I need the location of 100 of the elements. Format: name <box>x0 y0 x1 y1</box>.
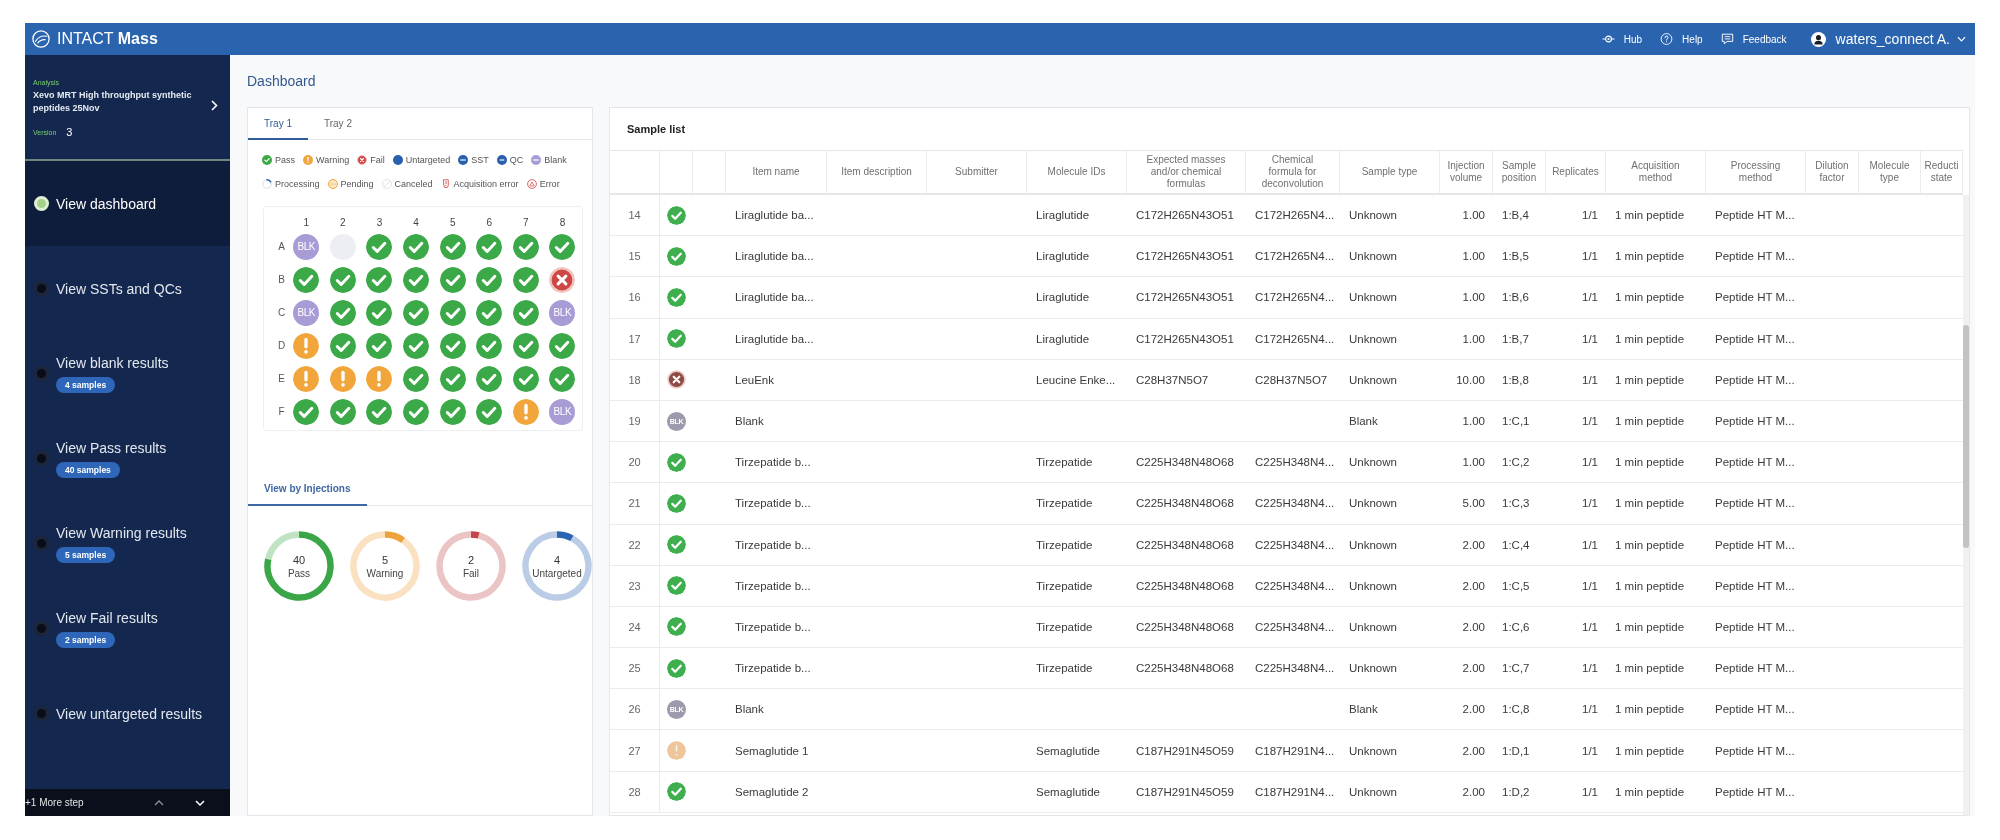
tray-tab[interactable]: Tray 2 <box>307 108 368 140</box>
check-circle-icon <box>476 299 503 326</box>
table-cell: 1/1 <box>1582 538 1598 551</box>
nav-step[interactable]: View Warning results 5 samples <box>25 501 230 586</box>
table-cell: 1 min peptide <box>1615 497 1685 510</box>
check-circle-icon <box>667 493 686 513</box>
table-cell: C187H291N4... <box>1255 744 1335 757</box>
nav-step[interactable]: View Fail results 2 samples <box>25 586 230 671</box>
table-cell: C225H348N4... <box>1255 538 1335 551</box>
check-circle-icon <box>366 398 393 425</box>
table-cell: C225H348N4... <box>1255 620 1335 633</box>
check-circle-icon <box>667 452 686 472</box>
legend-label: Canceled <box>394 179 433 189</box>
table-cell: Peptide HT M... <box>1715 538 1795 551</box>
table-cell: 10.00 <box>1456 373 1485 386</box>
step-dot-icon <box>34 366 49 381</box>
nav-step[interactable]: View Pass results 40 samples <box>25 416 230 501</box>
view-tab[interactable]: View by Injections <box>248 473 367 506</box>
check-circle-icon <box>476 266 503 293</box>
plate-column-label: 7 <box>522 215 530 230</box>
version-number: 3 <box>66 126 73 138</box>
table-cell: 1/1 <box>1582 373 1598 386</box>
column-header: Dilution factor <box>1814 160 1850 184</box>
table-cell: 1.00 <box>1462 291 1485 304</box>
exclamation-circle-icon <box>303 155 313 165</box>
check-circle-icon <box>667 782 686 802</box>
ring-count: 2 <box>467 552 475 567</box>
check-circle-icon <box>329 398 356 425</box>
table-cell: 1/1 <box>1582 744 1598 757</box>
table-cell: Peptide HT M... <box>1715 703 1795 716</box>
legend-label: Pending <box>340 179 374 189</box>
hub-link[interactable]: Hub <box>1601 33 1643 45</box>
check-circle-icon <box>366 266 393 293</box>
table-cell: 2.00 <box>1462 579 1485 592</box>
table-cell: C172H265N43O51 <box>1136 209 1234 222</box>
plate-row-label: C <box>276 306 287 320</box>
check-circle-icon <box>439 266 466 293</box>
table-cell: Peptide HT M... <box>1715 373 1795 386</box>
feedback-link[interactable]: Feedback <box>1720 33 1787 45</box>
help-link[interactable]: Help <box>1660 33 1703 45</box>
table-cell: Peptide HT M... <box>1715 456 1795 469</box>
table-cell: 1 min peptide <box>1615 332 1685 345</box>
nav-step[interactable]: View SSTs and QCs <box>25 246 230 331</box>
row-number: 18 <box>628 373 641 386</box>
row-number: 20 <box>628 456 641 469</box>
vial-alert-icon <box>440 179 451 189</box>
nav-step[interactable]: View dashboard <box>25 161 230 246</box>
check-circle-icon <box>549 332 576 359</box>
column-header: Submitter <box>955 166 998 178</box>
table-cell: Tirzepatide b... <box>735 538 811 551</box>
ring-label: Fail <box>462 566 480 580</box>
table-cell: 1/1 <box>1582 332 1598 345</box>
user-menu[interactable]: waters_connect A. <box>1810 31 1966 47</box>
table-cell: Blank <box>1349 415 1378 428</box>
count-badge: 5 samples <box>56 546 116 563</box>
scrollbar-thumb[interactable] <box>1963 325 1969 548</box>
check-circle-icon <box>262 155 272 165</box>
tray-tab[interactable]: Tray 1 <box>248 108 308 140</box>
table-cell: 1:C,7 <box>1502 662 1530 675</box>
plate-row-label: F <box>277 405 286 419</box>
legend-label: Processing <box>275 179 320 189</box>
check-circle-icon <box>403 299 430 326</box>
row-number: 27 <box>628 744 641 757</box>
chevron-down-icon[interactable] <box>194 799 205 806</box>
table-cell: Unknown <box>1349 497 1397 510</box>
row-number: 24 <box>628 620 641 633</box>
nav-step[interactable]: View blank results 4 samples <box>25 331 230 416</box>
table-cell: Peptide HT M... <box>1715 785 1795 798</box>
blank-marker: BLK <box>549 299 576 326</box>
dot-icon <box>392 155 403 165</box>
table-cell: C225H348N48O68 <box>1136 538 1234 551</box>
speech-bubble-icon <box>1720 33 1734 45</box>
check-circle-icon <box>366 233 393 260</box>
table-cell: 1:C,3 <box>1502 497 1530 510</box>
chevron-right-icon[interactable] <box>211 100 218 111</box>
check-circle-icon <box>366 299 393 326</box>
check-circle-icon <box>403 398 430 425</box>
check-circle-icon <box>439 398 466 425</box>
user-avatar-icon <box>1810 31 1826 47</box>
check-circle-icon <box>667 205 686 225</box>
nav-step[interactable]: View untargeted results <box>25 671 230 756</box>
table-cell: 1 min peptide <box>1615 785 1685 798</box>
column-header: Item description <box>841 166 912 178</box>
blank-marker: BLK <box>549 398 576 425</box>
check-circle-icon <box>667 617 686 637</box>
chevron-up-icon[interactable] <box>153 799 164 806</box>
panel-title: Sample list <box>627 123 686 135</box>
table-cell: 1/1 <box>1582 456 1598 469</box>
check-circle-icon <box>667 329 686 349</box>
table-cell: 1/1 <box>1582 620 1598 633</box>
plate-row-label: E <box>277 372 286 386</box>
table-cell: Peptide HT M... <box>1715 579 1795 592</box>
step-dot-icon <box>34 706 49 721</box>
table-cell: 2.00 <box>1462 620 1485 633</box>
count-badge: 2 samples <box>56 631 116 648</box>
blank-marker: BLK <box>293 233 320 260</box>
table-cell: C225H348N48O68 <box>1136 662 1234 675</box>
ellipsis-circle-icon <box>327 179 338 189</box>
table-cell: Tirzepatide <box>1036 538 1093 551</box>
table-cell: Tirzepatide <box>1036 620 1093 633</box>
